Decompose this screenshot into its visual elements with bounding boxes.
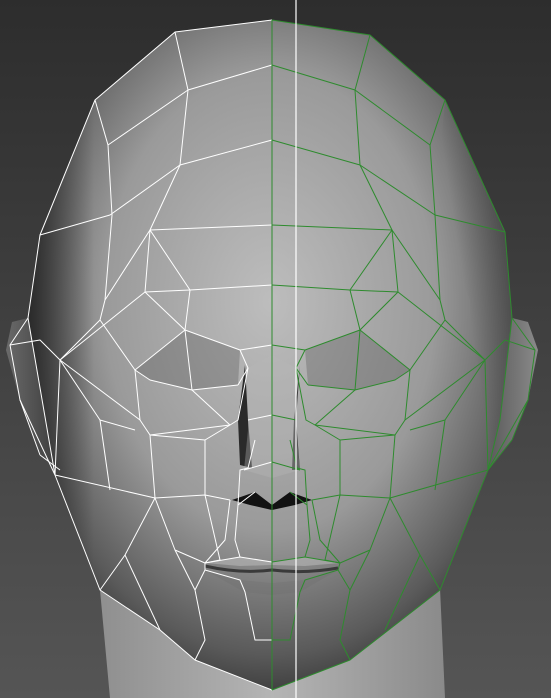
3d-viewport[interactable] (0, 0, 551, 698)
viewport-canvas[interactable] (0, 0, 551, 698)
